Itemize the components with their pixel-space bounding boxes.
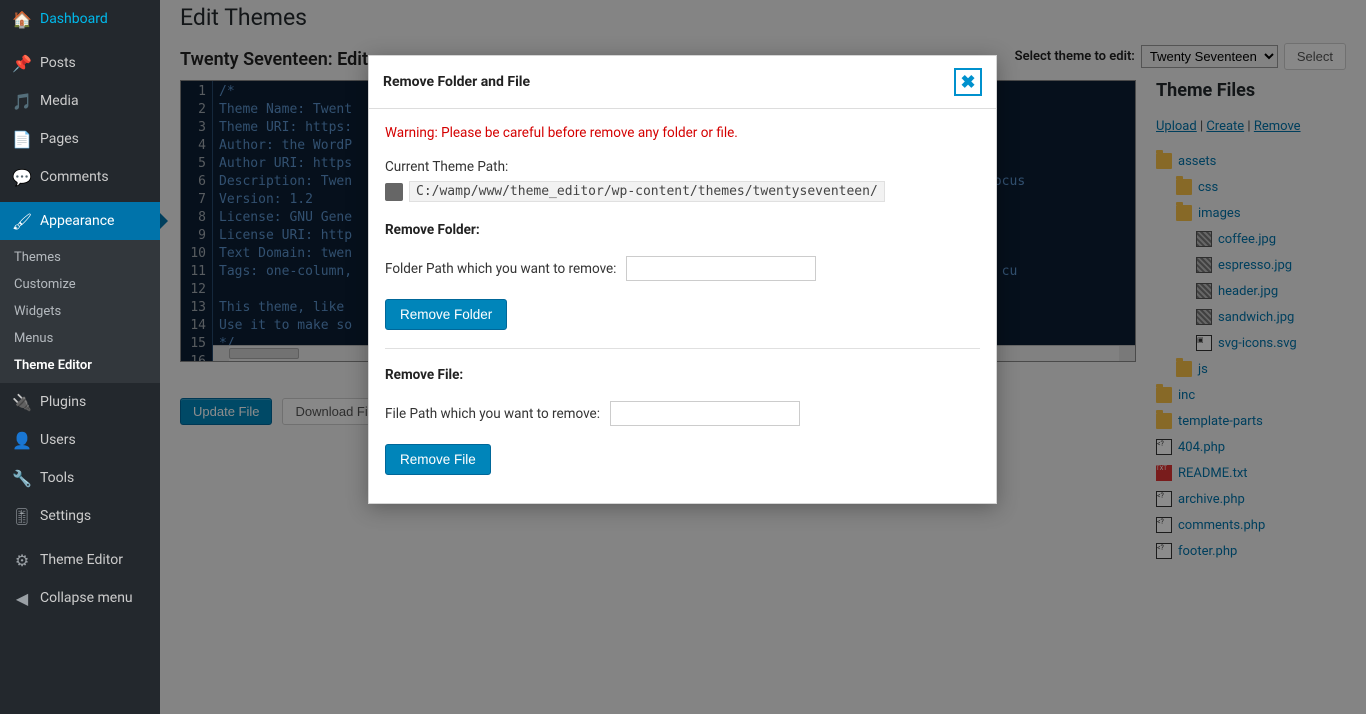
sidebar-item-label: Theme Editor (40, 552, 123, 568)
divider (385, 348, 980, 349)
media-icon: 🎵 (12, 91, 32, 111)
sidebar-posts[interactable]: 📌 Posts (0, 44, 160, 82)
sidebar-item-label: Users (40, 432, 76, 448)
admin-sidebar: 🏠 Dashboard 📌 Posts 🎵 Media 📄 Pages 💬 Comment… (0, 0, 160, 714)
appearance-submenu: Themes Customize Widgets Menus Theme Edi… (0, 240, 160, 383)
remove-dialog: Remove Folder and File ✖ Warning: Please… (368, 55, 997, 504)
sidebar-item-label: Collapse menu (40, 590, 133, 606)
dashboard-icon: 🏠 (12, 9, 32, 29)
dialog-close-button[interactable]: ✖ (954, 68, 982, 96)
sidebar-plugins[interactable]: 🔌 Plugins (0, 383, 160, 421)
pin-icon: 📌 (12, 53, 32, 73)
dialog-title: Remove Folder and File (383, 74, 530, 90)
submenu-theme-editor[interactable]: Theme Editor (0, 352, 160, 379)
submenu-widgets[interactable]: Widgets (0, 298, 160, 325)
sidebar-tools[interactable]: 🔧 Tools (0, 459, 160, 497)
current-path-value: C:/wamp/www/theme_editor/wp-content/them… (409, 181, 885, 202)
user-icon: 👤 (12, 430, 32, 450)
sidebar-settings[interactable]: 🎚 Settings (0, 497, 160, 535)
remove-folder-button[interactable]: Remove Folder (385, 299, 507, 330)
sidebar-item-label: Media (40, 93, 79, 109)
remove-folder-heading: Remove Folder: (385, 222, 980, 238)
sidebar-item-label: Tools (40, 470, 74, 486)
sidebar-pages[interactable]: 📄 Pages (0, 120, 160, 158)
remove-file-heading: Remove File: (385, 367, 980, 383)
sliders-icon: 🎚 (12, 506, 32, 526)
page-icon: 📄 (12, 129, 32, 149)
brush-icon: 🖌 (12, 211, 32, 231)
sidebar-item-label: Posts (40, 55, 76, 71)
collapse-icon: ◀ (12, 588, 32, 608)
sidebar-collapse[interactable]: ◀ Collapse menu (0, 579, 160, 617)
comment-icon: 💬 (12, 167, 32, 187)
gear-icon: ⚙ (12, 550, 32, 570)
file-path-input[interactable] (610, 401, 800, 426)
sidebar-users[interactable]: 👤 Users (0, 421, 160, 459)
sidebar-media[interactable]: 🎵 Media (0, 82, 160, 120)
sidebar-item-label: Settings (40, 508, 91, 524)
sidebar-theme-editor[interactable]: ⚙ Theme Editor (0, 541, 160, 579)
file-path-label: File Path which you want to remove: (385, 406, 600, 422)
submenu-customize[interactable]: Customize (0, 271, 160, 298)
current-path-label: Current Theme Path: (385, 159, 980, 175)
plug-icon: 🔌 (12, 392, 32, 412)
close-icon: ✖ (960, 72, 975, 93)
folder-path-input[interactable] (626, 256, 816, 281)
sidebar-item-label: Dashboard (40, 11, 108, 27)
submenu-menus[interactable]: Menus (0, 325, 160, 352)
submenu-themes[interactable]: Themes (0, 244, 160, 271)
sidebar-item-label: Comments (40, 169, 109, 185)
wrench-icon: 🔧 (12, 468, 32, 488)
sidebar-item-label: Pages (40, 131, 79, 147)
sidebar-item-label: Appearance (40, 213, 114, 229)
sidebar-comments[interactable]: 💬 Comments (0, 158, 160, 196)
sidebar-dashboard[interactable]: 🏠 Dashboard (0, 0, 160, 38)
warning-text: Warning: Please be careful before remove… (385, 125, 980, 141)
remove-file-button[interactable]: Remove File (385, 444, 491, 475)
folder-path-label: Folder Path which you want to remove: (385, 261, 616, 277)
sidebar-item-label: Plugins (40, 394, 86, 410)
sidebar-appearance[interactable]: 🖌 Appearance (0, 202, 160, 240)
home-icon (385, 183, 403, 201)
